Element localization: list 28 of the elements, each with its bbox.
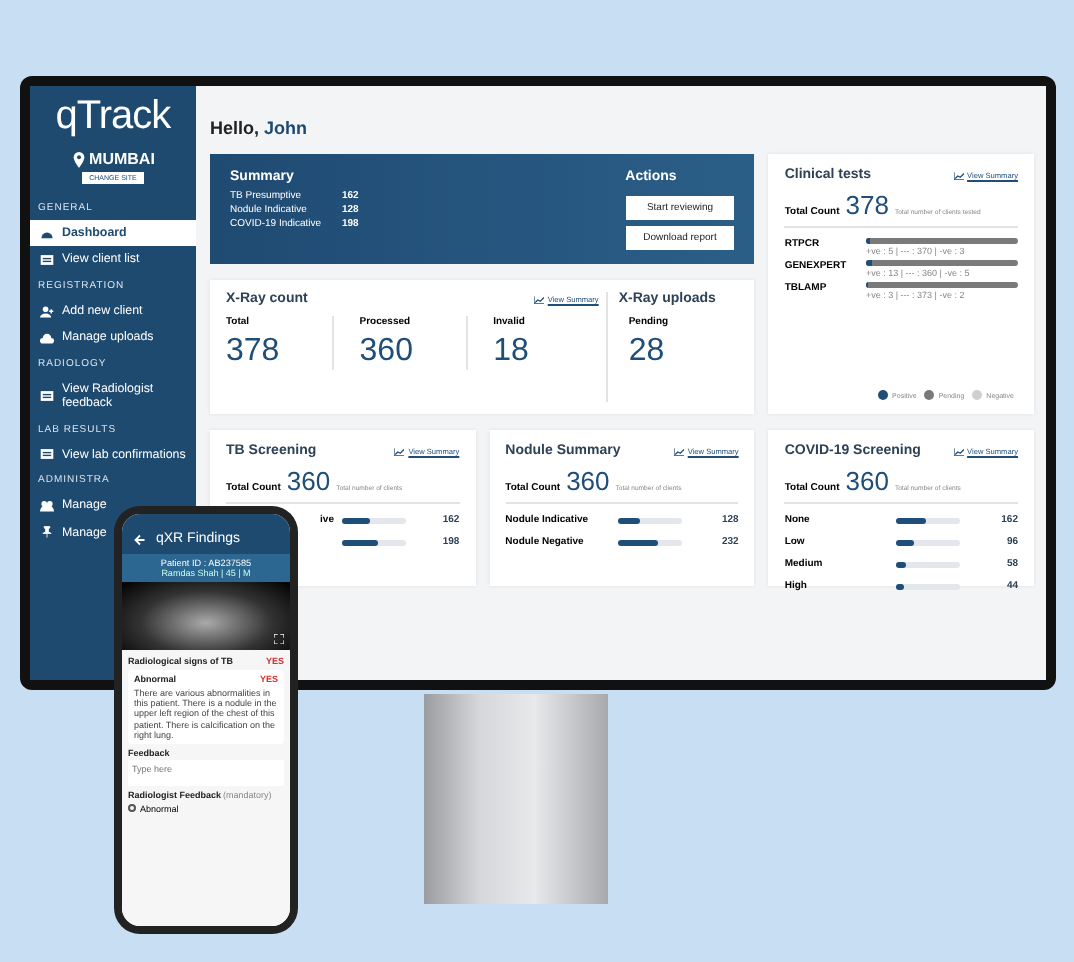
total-count: 360 [566, 466, 610, 496]
gauge-icon [40, 227, 54, 240]
card-icon [40, 390, 54, 403]
app-logo: qTrack [53, 94, 173, 140]
chart-icon [953, 447, 964, 455]
card-icon [40, 448, 54, 461]
chart-icon [394, 447, 405, 455]
user-add-icon [40, 305, 54, 318]
total-count: 360 [286, 466, 331, 496]
greeting: Hello, John [210, 118, 310, 138]
stat-value: 378 [226, 334, 282, 370]
location-name: MUMBAI [89, 150, 155, 168]
cloud-upload-icon [40, 332, 54, 345]
back-arrow-icon[interactable] [134, 533, 146, 545]
total-count: 360 [845, 466, 889, 496]
stat-value: 18 [493, 334, 531, 370]
expand-icon[interactable] [274, 634, 284, 644]
pushpin-icon [40, 526, 54, 539]
card-icon [40, 254, 54, 267]
chart-icon [673, 447, 684, 455]
location-pin-icon [71, 151, 86, 167]
chart-icon [533, 295, 544, 303]
chart-icon [953, 171, 964, 179]
stat-value: 28 [628, 334, 667, 370]
group-icon [40, 499, 54, 512]
stat-value: 360 [359, 334, 415, 370]
radio-button[interactable] [128, 804, 136, 813]
total-count: 378 [845, 190, 889, 220]
